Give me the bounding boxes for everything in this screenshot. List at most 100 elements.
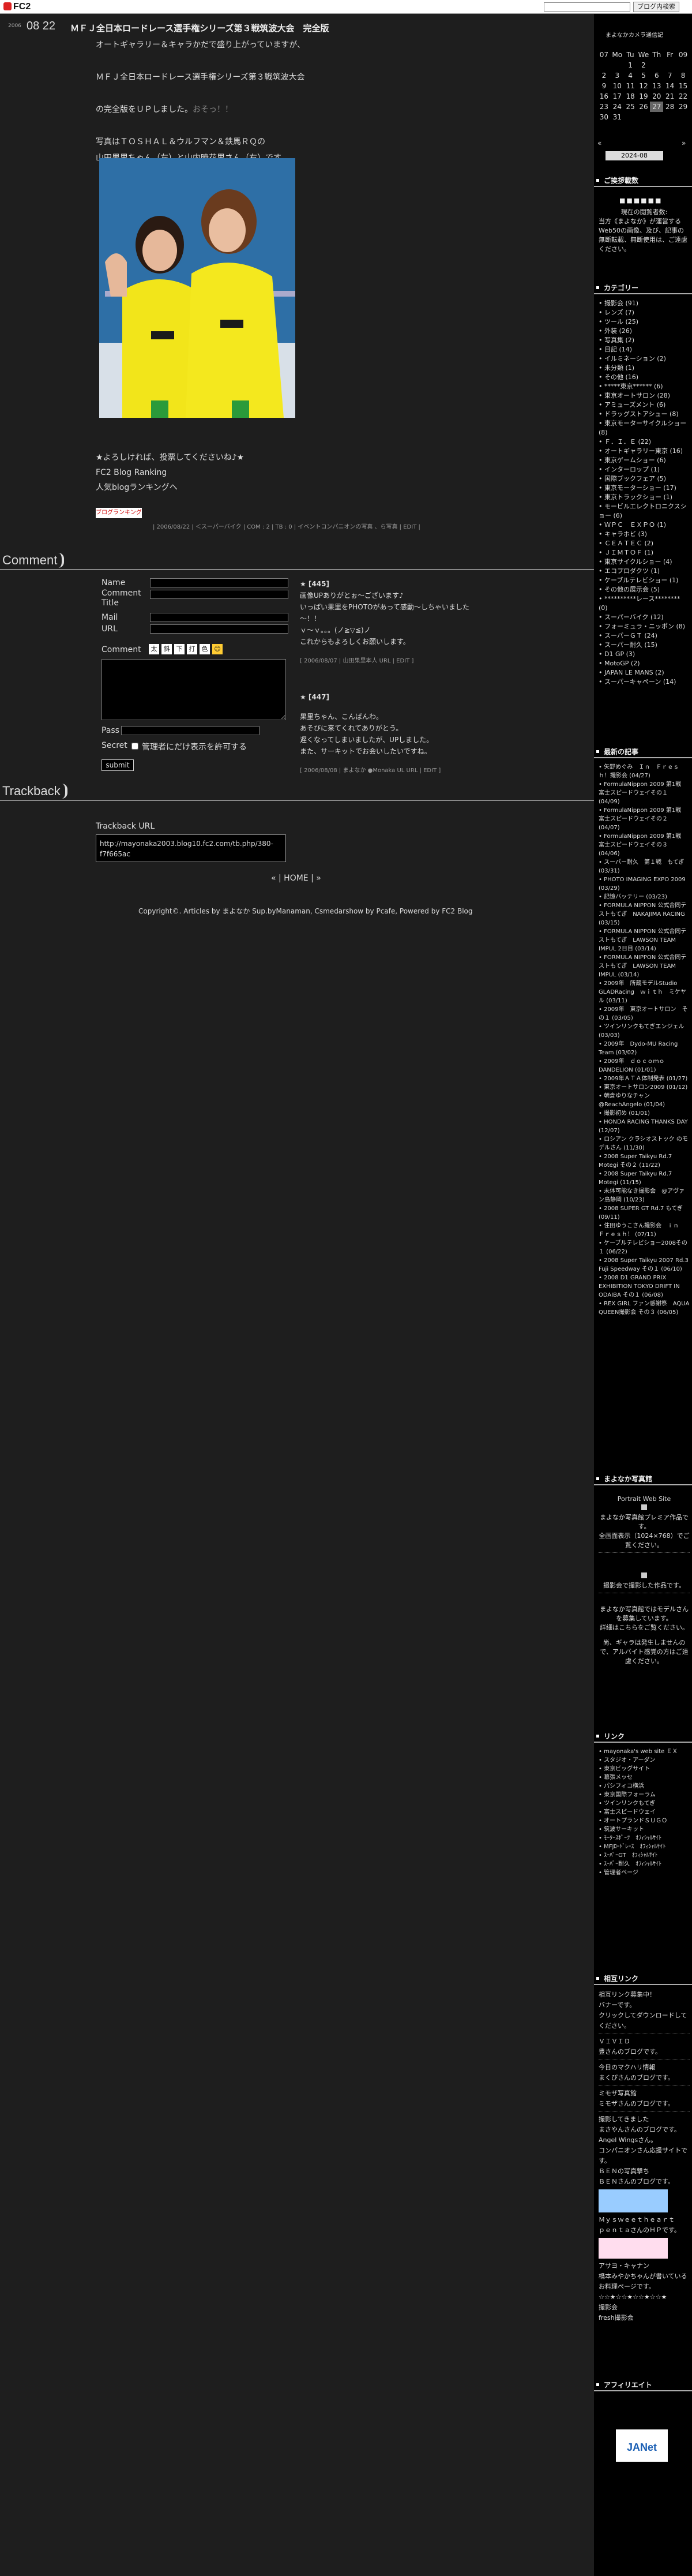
mutual-link-text[interactable]: お料理ページです。	[599, 2282, 690, 2292]
blog-ranking-link[interactable]: 人気blogランキングへ	[96, 480, 244, 495]
calendar-day[interactable]: 7	[663, 70, 676, 81]
mutual-link-text[interactable]: ＶＩＶＩＤ	[599, 2036, 690, 2047]
color-icon[interactable]: 色	[200, 644, 210, 654]
category-item[interactable]: その他の展示会 (5)	[599, 585, 690, 594]
calendar-day[interactable]: 20	[650, 91, 663, 102]
calendar-day[interactable]: 8	[676, 70, 690, 81]
submit-button[interactable]: submit	[101, 759, 134, 771]
mutual-link-text[interactable]: まさやんさんのブログです。	[599, 2125, 690, 2135]
mutual-link-text[interactable]: ミモザさんのブログです。	[599, 2099, 690, 2109]
calendar-day[interactable]: 23	[597, 102, 611, 112]
link-item[interactable]: 筑波サーキット	[599, 1825, 690, 1834]
recent-entry-item[interactable]: 2009年 Dydo-MU Racing Team (03/02)	[599, 1040, 690, 1057]
mutual-link-text[interactable]: 今日のマクハリ情報	[599, 2062, 690, 2073]
mutual-banner[interactable]	[599, 2238, 668, 2259]
pass-field[interactable]	[121, 726, 260, 735]
category-item[interactable]: インターロップ (1)	[599, 465, 690, 474]
recent-entry-item[interactable]: FormulaNippon 2009 第1戦 富士スピードウェイその１ (04/…	[599, 780, 690, 806]
portrait-link[interactable]: Portrait Web Site	[599, 1495, 690, 1504]
category-item[interactable]: 外装 (26)	[599, 327, 690, 336]
recent-entry-item[interactable]: 未体可能なき撮影会 @アヴァン鳥静岡 (10/23)	[599, 1187, 690, 1204]
category-item[interactable]: イルミネーション (2)	[599, 354, 690, 364]
calendar-day[interactable]: 15	[676, 81, 690, 91]
recent-entry-item[interactable]: ケーブルテレビショー2008その１ (06/22)	[599, 1239, 690, 1256]
category-item[interactable]: オートギャラリー東京 (16)	[599, 447, 690, 456]
mutual-link-text[interactable]: クリックしてダウンロードしてください。	[599, 2010, 690, 2031]
link-item[interactable]: ツインリンクもてぎ	[599, 1799, 690, 1808]
mutual-link-text[interactable]: ＢＥＮの写真撃ち	[599, 2166, 690, 2177]
category-item[interactable]: *****東京****** (6)	[599, 382, 690, 391]
recent-entry-item[interactable]: HONDA RACING THANKS DAY (12/07)	[599, 1118, 690, 1135]
trackback-url-box[interactable]: http://mayonaka2003.blog10.fc2.com/tb.ph…	[96, 834, 286, 862]
category-item[interactable]: ＷＰＣ ＥＸＰＯ (1)	[599, 521, 690, 530]
calendar-day[interactable]: 30	[597, 112, 611, 122]
category-item[interactable]: 東京モーターサイクルショー (8)	[599, 419, 690, 437]
category-item[interactable]: ケーブルテレビショー (1)	[599, 576, 690, 585]
category-item[interactable]: スーパーキャペーン (14)	[599, 677, 690, 687]
mutual-link-text[interactable]: ｐｅｎｔａさんのＨＰです。	[599, 2225, 690, 2236]
link-item[interactable]: 東京国際フォーラム	[599, 1791, 690, 1799]
recent-entry-item[interactable]: ツインリンクもてぎエンジェル (03/03)	[599, 1023, 690, 1040]
link-item[interactable]: mayonaka's web site ＥＸ	[599, 1747, 690, 1756]
link-item[interactable]: 東京ビッグサイト	[599, 1765, 690, 1773]
link-item[interactable]: スタジオ・アーダン	[599, 1756, 690, 1765]
mutual-link-text[interactable]: ☆☆★☆☆★☆☆★☆☆★	[599, 2292, 690, 2302]
category-item[interactable]: ツール (25)	[599, 317, 690, 327]
category-item[interactable]: MotoGP (2)	[599, 659, 690, 668]
comment-textarea[interactable]	[101, 659, 286, 720]
mutual-link-text[interactable]: 豊さんのブログです。	[599, 2047, 690, 2057]
category-item[interactable]: スーパーバイク (12)	[599, 613, 690, 622]
calendar-day[interactable]: 14	[663, 81, 676, 91]
calendar-day[interactable]: 11	[624, 81, 637, 91]
category-item[interactable]: ＣＥＡＴＥＣ (2)	[599, 539, 690, 548]
category-item[interactable]: モービルエレクトロニクスショー (6)	[599, 502, 690, 521]
underline-icon[interactable]: 下	[174, 644, 185, 654]
mutual-link-text[interactable]: アサヨ・キャナン	[599, 2261, 690, 2271]
category-item[interactable]: **********レース******** (0)	[599, 594, 690, 613]
calendar-next-month[interactable]: 09	[676, 50, 690, 60]
category-item[interactable]: スーパー耐久 (15)	[599, 641, 690, 650]
category-item[interactable]: アミューズメント (6)	[599, 400, 690, 410]
photo-desc[interactable]: 詳細はこちらをご覧ください。	[599, 1623, 690, 1633]
recent-entry-item[interactable]: 朝倉ゆりなチャン@ReachAngelo (01/04)	[599, 1092, 690, 1109]
mutual-link-text[interactable]: Ｍｙｓｗｅｅｔｈｅａｒｔ	[599, 2215, 690, 2225]
category-item[interactable]: スーパーＧＴ (24)	[599, 631, 690, 641]
category-item[interactable]: Ｆ．Ｉ．Ｅ (22)	[599, 437, 690, 447]
mutual-link-text[interactable]: Angel Wingsさん。	[599, 2135, 690, 2146]
category-item[interactable]: 未分類 (1)	[599, 364, 690, 373]
comment-meta[interactable]: [ 2006/08/08 | まよなか ●Monaka UL URL | EDI…	[300, 765, 441, 777]
mutual-link-text[interactable]: 撮影してきました	[599, 2114, 690, 2125]
calendar-day[interactable]: 2	[597, 70, 611, 81]
recent-entry-item[interactable]: スーパー耐久 第１戦 もてぎ (03/31)	[599, 858, 690, 875]
calendar-day[interactable]: 9	[597, 81, 611, 91]
mutual-link-text[interactable]: コンパニオンさん応援サイトです。	[599, 2146, 690, 2166]
recent-entry-item[interactable]: 記憶バッテリー (03/23)	[599, 893, 690, 901]
entry-title[interactable]: ＭＦＪ全日本ロードレース選手権シリーズ第３戦筑波大会 完全版	[70, 22, 329, 34]
link-item[interactable]: 幕張メッセ	[599, 1773, 690, 1782]
mutual-banner[interactable]	[599, 2189, 668, 2212]
calendar-day[interactable]: 19	[637, 91, 650, 102]
calendar-day[interactable]: 28	[663, 102, 676, 112]
recent-entry-item[interactable]: REX GIRL ファン感謝祭 AQUA QUEEN撮影会 その３ (06/05…	[599, 1300, 690, 1317]
calendar-day[interactable]: 5	[637, 70, 650, 81]
category-item[interactable]: エコプロダクツ (1)	[599, 567, 690, 576]
calendar-day[interactable]: 10	[611, 81, 624, 91]
link-item[interactable]: パシフィコ横浜	[599, 1782, 690, 1791]
category-item[interactable]: フォーミュラ・ニッポン (8)	[599, 622, 690, 631]
recent-entry-item[interactable]: 2009年 所蔵モデルStudio GLADRacing ｗｉｔｈ ミケヤル (…	[599, 979, 690, 1005]
category-item[interactable]: 国際ブックフェア (5)	[599, 474, 690, 484]
category-item[interactable]: 東京トラックショー (1)	[599, 493, 690, 502]
blog-search-input[interactable]	[544, 2, 630, 12]
recent-entry-item[interactable]: FORMULA NIPPON 公式合同テストもてぎ LAWSON TEAM IM…	[599, 927, 690, 953]
mail-field[interactable]	[150, 613, 288, 622]
calendar-day[interactable]: 24	[611, 102, 624, 112]
comment-meta[interactable]: [ 2006/08/07 | 山田果里本人 URL | EDIT ]	[300, 656, 484, 667]
calendar-prev-month[interactable]: 07	[597, 50, 611, 60]
calendar-day[interactable]: 31	[611, 112, 624, 122]
strike-icon[interactable]: 打	[187, 644, 197, 654]
calendar-day[interactable]: 29	[676, 102, 690, 112]
calendar-day[interactable]: 1	[624, 60, 637, 70]
mutual-link-text[interactable]: ＢＥＮさんのブログです。	[599, 2177, 690, 2187]
calendar-day[interactable]: 25	[624, 102, 637, 112]
pager[interactable]: « | HOME | »	[271, 874, 321, 883]
